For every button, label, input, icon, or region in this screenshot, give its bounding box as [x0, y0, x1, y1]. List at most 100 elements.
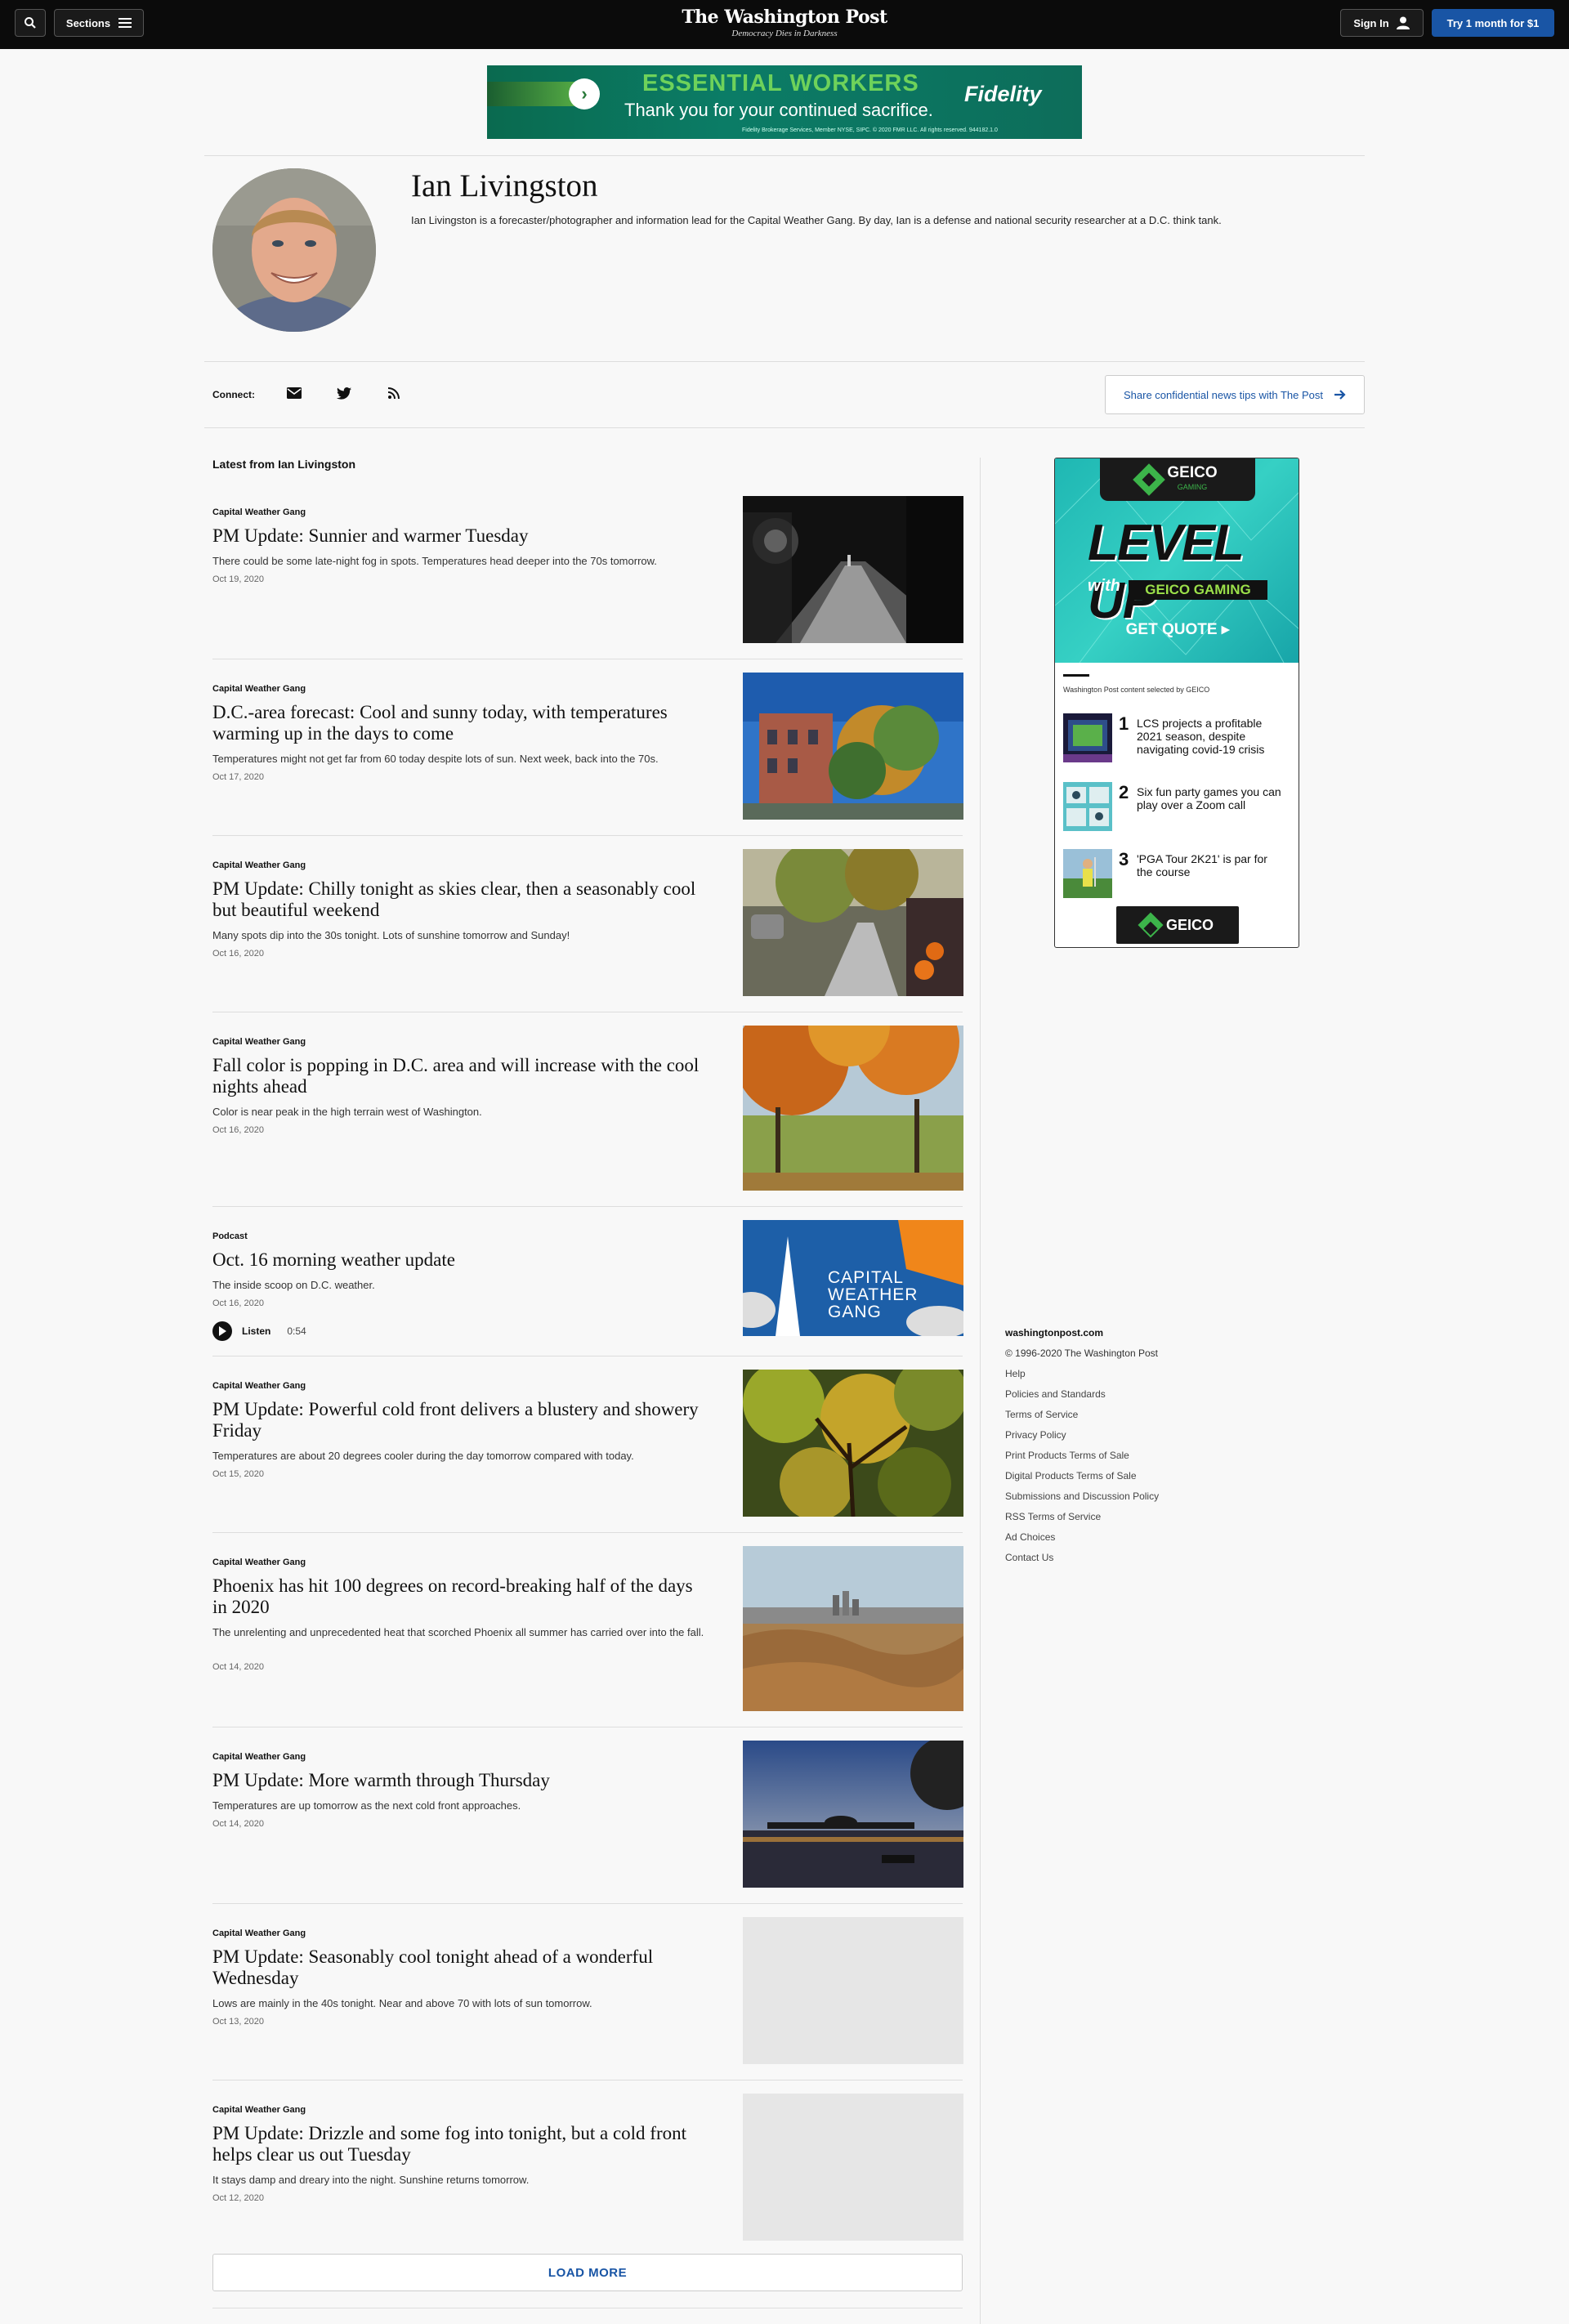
sponsored-item-thumbnail: [1063, 782, 1112, 831]
footer-link-help[interactable]: Help: [1005, 1368, 1250, 1388]
article-thumbnail-placeholder[interactable]: [743, 1917, 963, 2064]
article-blurb: There could be some late-night fog in sp…: [212, 555, 657, 567]
article-thumbnail[interactable]: [743, 1370, 963, 1517]
ad-with: with: [1088, 577, 1120, 595]
email-icon[interactable]: [286, 386, 302, 400]
ad-hero[interactable]: GEICO GAMING LEVEL UP with GEICO GAMING …: [1055, 458, 1299, 663]
article-kicker[interactable]: Capital Weather Gang: [212, 2105, 306, 2115]
article-date: Oct 15, 2020: [212, 1469, 264, 1479]
article-thumbnail[interactable]: [743, 1026, 963, 1191]
ad-headline: ESSENTIAL WORKERS: [642, 70, 919, 96]
article-kicker[interactable]: Capital Weather Gang: [212, 860, 306, 870]
article-thumbnail[interactable]: [743, 496, 963, 643]
sponsored-item-title: 'PGA Tour 2K21' is par for the course: [1137, 852, 1267, 878]
ad-headline: LEVEL UP: [1088, 515, 1244, 629]
divider: [212, 1903, 963, 1904]
divider: [204, 155, 1365, 156]
article-headline[interactable]: Oct. 16 morning weather update: [212, 1249, 711, 1271]
site-logo[interactable]: The Washington Post Democracy Dies in Da…: [621, 7, 948, 38]
geico-gem-icon: [1138, 912, 1164, 938]
article-thumbnail[interactable]: [743, 849, 963, 996]
article-date: Oct 16, 2020: [212, 1125, 264, 1135]
article-thumbnail[interactable]: [743, 673, 963, 820]
article-headline[interactable]: PM Update: Drizzle and some fog into ton…: [212, 2123, 711, 2165]
footer-link-contact[interactable]: Contact Us: [1005, 1552, 1250, 1572]
article-blurb: Color is near peak in the high terrain w…: [212, 1106, 482, 1118]
audio-duration: 0:54: [287, 1325, 306, 1337]
get-quote-button[interactable]: GET QUOTE ▸: [1055, 620, 1299, 639]
article-kicker[interactable]: Capital Weather Gang: [212, 1037, 306, 1047]
footer-link-print-terms[interactable]: Print Products Terms of Sale: [1005, 1450, 1250, 1470]
sidebar-advertisement[interactable]: GEICO GAMING LEVEL UP with GEICO GAMING …: [1054, 458, 1299, 948]
article-thumbnail[interactable]: [743, 1546, 963, 1711]
geico-logo: GEICO: [1116, 906, 1239, 944]
article-headline[interactable]: PM Update: Powerful cold front delivers …: [212, 1399, 711, 1441]
article-kicker[interactable]: Capital Weather Gang: [212, 684, 306, 694]
footer-link-digital-terms[interactable]: Digital Products Terms of Sale: [1005, 1470, 1250, 1490]
twitter-icon[interactable]: [336, 386, 352, 400]
sign-in-button[interactable]: Sign In: [1340, 9, 1424, 37]
ad-brand-sub: GAMING: [1177, 482, 1208, 491]
load-more-button[interactable]: LOAD MORE: [212, 2254, 963, 2291]
article-date: Oct 16, 2020: [212, 1298, 264, 1308]
article-thumbnail[interactable]: CAPITAL WEATHER GANG: [743, 1220, 963, 1336]
sponsored-item[interactable]: 2 Six fun party games you can play over …: [1063, 782, 1292, 833]
article-kicker[interactable]: Capital Weather Gang: [212, 1928, 306, 1938]
article-date: Oct 13, 2020: [212, 2017, 264, 2027]
column-divider: [980, 458, 981, 2324]
article-date: Oct 14, 2020: [212, 1662, 264, 1672]
advertisement-banner[interactable]: › ESSENTIAL WORKERS Thank you for your c…: [487, 65, 1082, 139]
article-date: Oct 14, 2020: [212, 1819, 264, 1829]
ad-fine-print: Fidelity Brokerage Services, Member NYSE…: [742, 127, 998, 133]
article-headline[interactable]: PM Update: Sunnier and warmer Tuesday: [212, 525, 711, 547]
footer-copyright: © 1996-2020 The Washington Post: [1005, 1347, 1158, 1359]
rail-rule: [1063, 674, 1089, 677]
confidential-tips-button[interactable]: Share confidential news tips with The Po…: [1105, 375, 1365, 414]
sections-menu-button[interactable]: Sections: [54, 9, 144, 37]
author-name: Ian Livingston: [411, 168, 598, 203]
article-headline[interactable]: PM Update: More warmth through Thursday: [212, 1770, 711, 1791]
article-kicker[interactable]: Capital Weather Gang: [212, 1381, 306, 1391]
top-navigation-bar: Sections The Washington Post Democracy D…: [0, 0, 1569, 49]
listen-label: Listen: [242, 1325, 271, 1337]
footer-link-policies[interactable]: Policies and Standards: [1005, 1388, 1250, 1409]
article-kicker[interactable]: Capital Weather Gang: [212, 507, 306, 517]
article-headline[interactable]: PM Update: Seasonably cool tonight ahead…: [212, 1946, 711, 1989]
sponsored-item-title: LCS projects a profitable 2021 season, d…: [1137, 717, 1265, 756]
footer-link-submissions[interactable]: Submissions and Discussion Policy: [1005, 1490, 1250, 1511]
article-thumbnail[interactable]: [743, 1741, 963, 1888]
article-blurb: Temperatures might not get far from 60 t…: [212, 753, 659, 765]
sponsored-item-thumbnail: [1063, 849, 1112, 898]
divider: [212, 1532, 963, 1533]
rss-icon[interactable]: [386, 386, 402, 400]
listen-button[interactable]: Listen 0:54: [212, 1321, 306, 1341]
geico-gem-icon: [1133, 463, 1166, 496]
ad-brand: GEICO: [1165, 916, 1214, 933]
footer-site-name[interactable]: washingtonpost.com: [1005, 1327, 1250, 1347]
article-kicker[interactable]: Capital Weather Gang: [212, 1752, 306, 1762]
sponsored-item[interactable]: 1 LCS projects a profitable 2021 season,…: [1063, 713, 1292, 764]
subscribe-button[interactable]: Try 1 month for $1: [1432, 9, 1554, 37]
ad-brand: GEICO: [1167, 463, 1218, 481]
article-thumbnail-placeholder[interactable]: [743, 2094, 963, 2241]
play-icon: [212, 1321, 232, 1341]
geico-logo: GEICO GAMING: [1100, 458, 1255, 501]
footer-link-terms[interactable]: Terms of Service: [1005, 1409, 1250, 1429]
article-kicker[interactable]: Podcast: [212, 1231, 248, 1241]
footer-link-ad-choices[interactable]: Ad Choices: [1005, 1531, 1250, 1552]
footer-link-privacy[interactable]: Privacy Policy: [1005, 1429, 1250, 1450]
sponsored-item[interactable]: 3 'PGA Tour 2K21' is par for the course: [1063, 849, 1292, 900]
sponsored-item-title: Six fun party games you can play over a …: [1137, 785, 1281, 811]
article-headline[interactable]: D.C.-area forecast: Cool and sunny today…: [212, 702, 711, 744]
search-button[interactable]: [15, 9, 46, 37]
divider: [212, 835, 963, 836]
article-date: Oct 16, 2020: [212, 949, 264, 959]
footer-link-rss-terms[interactable]: RSS Terms of Service: [1005, 1511, 1250, 1531]
article-kicker[interactable]: Capital Weather Gang: [212, 1558, 306, 1567]
article-date: Oct 17, 2020: [212, 772, 264, 782]
article-headline[interactable]: Fall color is popping in D.C. area and w…: [212, 1055, 711, 1097]
article-headline[interactable]: PM Update: Chilly tonight as skies clear…: [212, 878, 711, 921]
article-headline[interactable]: Phoenix has hit 100 degrees on record-br…: [212, 1575, 711, 1618]
article-blurb: Lows are mainly in the 40s tonight. Near…: [212, 1997, 592, 2009]
user-icon: [1396, 16, 1410, 29]
